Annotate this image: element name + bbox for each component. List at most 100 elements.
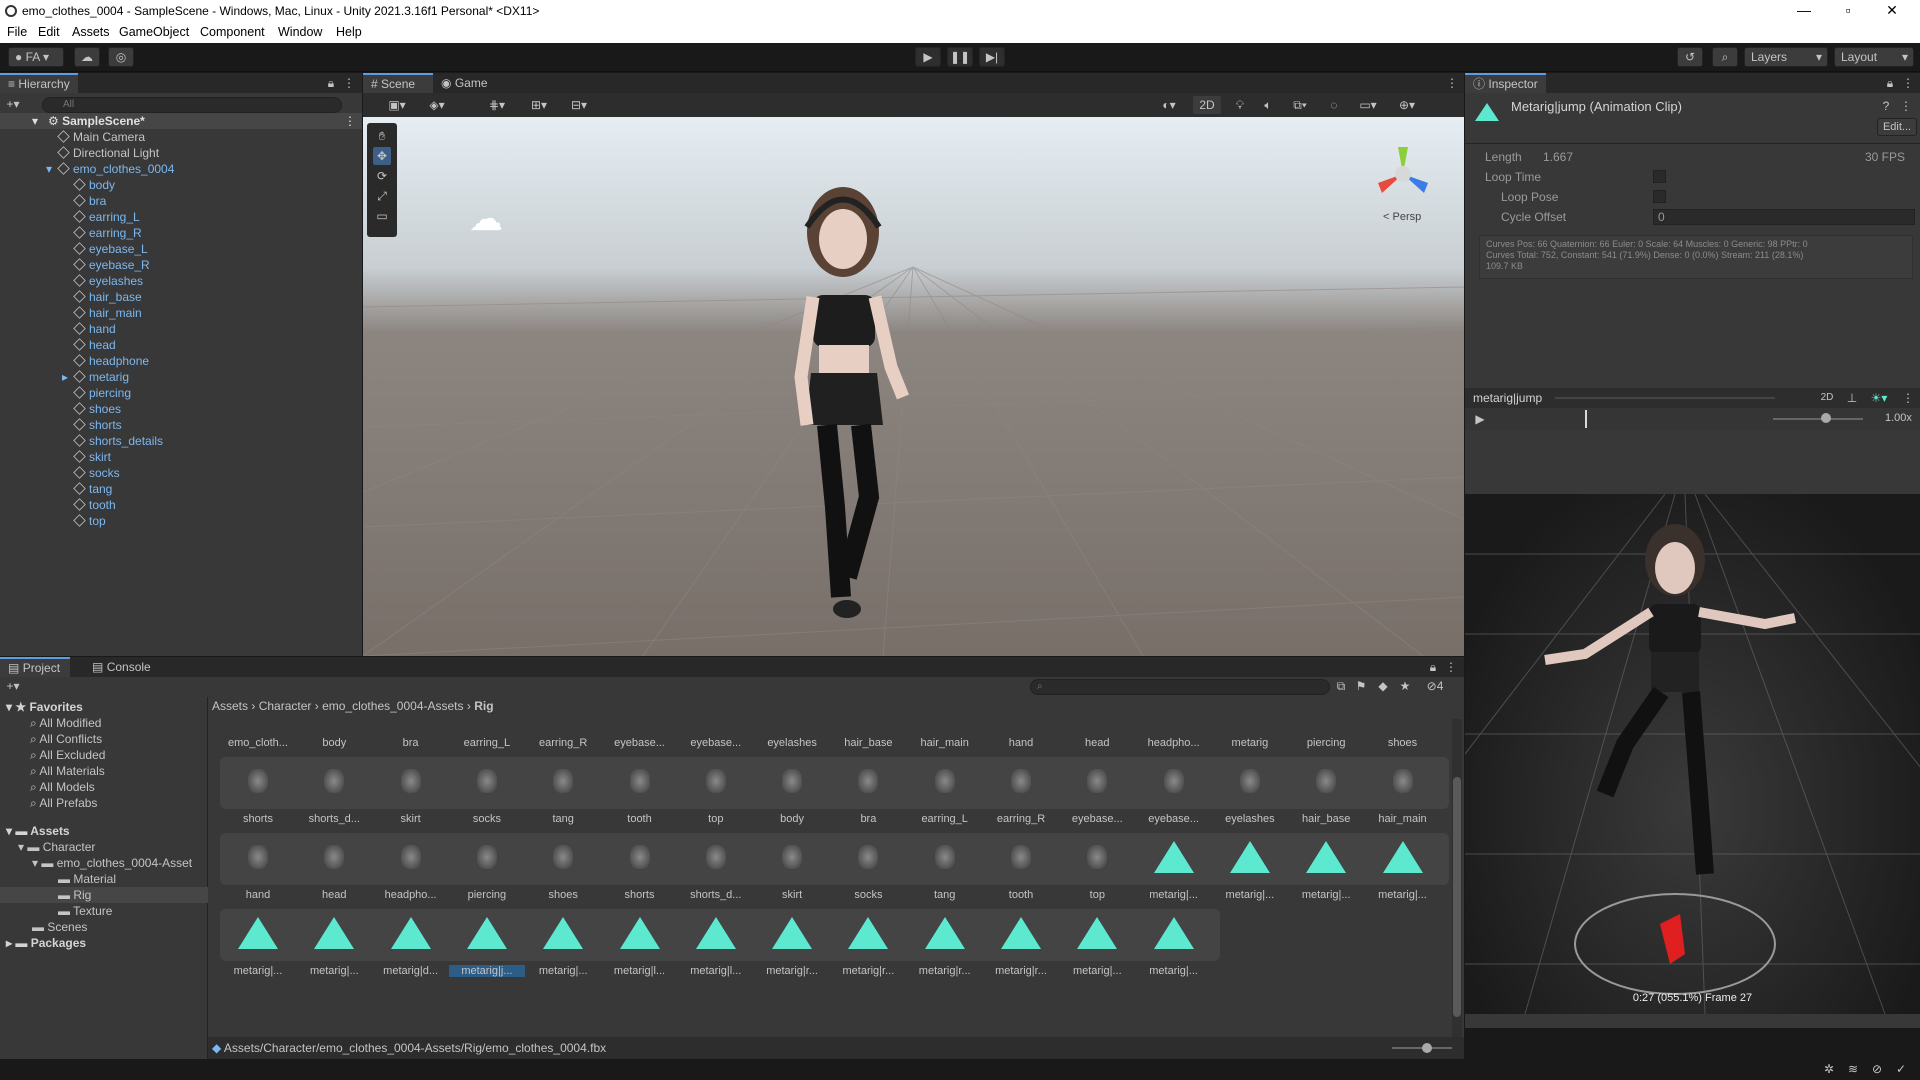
- menu-edit[interactable]: Edit: [38, 25, 60, 39]
- tab-inspector[interactable]: ⓘ Inspector: [1465, 73, 1546, 93]
- hierarchy-item[interactable]: ▸ metarig: [62, 369, 129, 385]
- settings-icon[interactable]: ⋮: [1897, 97, 1915, 115]
- maximize-button[interactable]: ▫: [1826, 0, 1870, 23]
- hierarchy-item[interactable]: shorts: [73, 417, 122, 433]
- asset-item[interactable]: metarig|r...: [830, 891, 906, 985]
- play-button[interactable]: ▶: [915, 47, 941, 67]
- preview-viewport[interactable]: 0:27 (055.1%) Frame 27: [1465, 494, 1920, 1014]
- asset-item[interactable]: metarig|...: [1288, 815, 1364, 909]
- snap-dropdown[interactable]: ⋕▾: [481, 96, 513, 114]
- hierarchy-item[interactable]: body: [73, 177, 115, 193]
- hierarchy-item[interactable]: eyebase_L: [73, 241, 148, 257]
- preview-handle[interactable]: [1555, 397, 1775, 399]
- menu-window[interactable]: Window: [278, 25, 322, 39]
- tree-item-texture[interactable]: ▬ Texture: [58, 903, 112, 919]
- favorite-icon[interactable]: ★: [1396, 677, 1414, 695]
- asset-item[interactable]: metarig|...: [525, 891, 601, 985]
- hierarchy-item[interactable]: socks: [73, 465, 120, 481]
- hierarchy-item[interactable]: skirt: [73, 449, 111, 465]
- scene-row[interactable]: ▾ ⚙ SampleScene* ⋮: [0, 113, 362, 129]
- lock-icon[interactable]: 🔒︎: [322, 74, 340, 92]
- grid-scrollbar[interactable]: [1452, 719, 1462, 1037]
- filter-label-icon[interactable]: ⚑: [1352, 677, 1370, 695]
- move-tool-icon[interactable]: ✥: [373, 147, 391, 165]
- lighting-icon[interactable]: 💡︎: [1231, 96, 1249, 114]
- add-button[interactable]: +▾: [4, 95, 22, 113]
- hierarchy-item[interactable]: hair_main: [73, 305, 142, 321]
- hierarchy-item[interactable]: Directional Light: [57, 145, 159, 161]
- scene-menu-icon[interactable]: ⋮: [344, 113, 356, 129]
- scene-viewport[interactable]: ✋︎ ✥ ⟳ ⤢ ▭ ☁ < Persp: [363, 117, 1464, 656]
- tree-item-character[interactable]: ▾ ▬ Character: [18, 839, 95, 855]
- hierarchy-item[interactable]: Main Camera: [57, 129, 145, 145]
- cache-icon[interactable]: ⊘: [1868, 1060, 1886, 1078]
- filter-type-icon[interactable]: ⧉: [1332, 677, 1350, 695]
- hierarchy-item[interactable]: bra: [73, 193, 106, 209]
- hierarchy-item[interactable]: shorts_details: [73, 433, 163, 449]
- hierarchy-item[interactable]: earring_L: [73, 209, 140, 225]
- cycle-offset-field[interactable]: 0: [1653, 209, 1915, 225]
- hierarchy-item[interactable]: eyebase_R: [73, 257, 150, 273]
- layout-dropdown[interactable]: Layout ▾: [1834, 47, 1914, 67]
- favorite-item[interactable]: ⌕ All Conflicts: [30, 731, 102, 747]
- project-search-input[interactable]: ⌕: [1030, 679, 1330, 695]
- visibility-icon[interactable]: ◌: [1325, 96, 1343, 114]
- help-icon[interactable]: ?: [1877, 97, 1895, 115]
- asset-item[interactable]: metarig|l...: [678, 891, 754, 985]
- shading-dropdown[interactable]: ◐▾: [1153, 96, 1185, 114]
- effects-dropdown[interactable]: ⧉▾: [1285, 96, 1315, 114]
- gizmos-dropdown[interactable]: ⊕▾: [1391, 96, 1423, 114]
- camera-dropdown[interactable]: ▭▾: [1353, 96, 1383, 114]
- more-icon[interactable]: ⋮: [1442, 658, 1460, 676]
- lock-icon[interactable]: 🔒︎: [1424, 658, 1442, 676]
- hierarchy-item[interactable]: headphone: [73, 353, 149, 369]
- create-button[interactable]: +▾: [4, 677, 22, 695]
- lock-icon[interactable]: 🔒︎: [1881, 74, 1899, 92]
- progress-icon[interactable]: ≋: [1844, 1060, 1862, 1078]
- history-button[interactable]: ↺: [1677, 47, 1703, 67]
- preview-timeline[interactable]: [1495, 410, 1745, 428]
- increment-dropdown[interactable]: ⊟▾: [563, 96, 595, 114]
- hierarchy-item[interactable]: tang: [73, 481, 112, 497]
- hierarchy-item[interactable]: hand: [73, 321, 116, 337]
- hierarchy-item[interactable]: eyelashes: [73, 273, 143, 289]
- breadcrumb-item[interactable]: Character: [259, 699, 312, 713]
- asset-item[interactable]: metarig|...: [1136, 891, 1212, 985]
- more-icon[interactable]: ⋮: [1443, 74, 1461, 92]
- asset-item[interactable]: metarig|...: [1365, 815, 1441, 909]
- close-button[interactable]: ✕: [1870, 0, 1914, 23]
- filter-tag-icon[interactable]: ◆: [1374, 677, 1392, 695]
- collab-button[interactable]: ◎: [108, 47, 134, 67]
- breadcrumb-item[interactable]: emo_clothes_0004-Assets: [322, 699, 463, 713]
- favorite-item[interactable]: ⌕ All Materials: [30, 763, 105, 779]
- asset-item[interactable]: metarig|r...: [983, 891, 1059, 985]
- hierarchy-item[interactable]: hair_base: [73, 289, 142, 305]
- orientation-gizmo[interactable]: [1368, 139, 1438, 209]
- step-button[interactable]: ▶|: [979, 47, 1005, 67]
- grid-dropdown[interactable]: ⊞▾: [523, 96, 555, 114]
- speed-slider[interactable]: [1773, 418, 1863, 420]
- hierarchy-search-input[interactable]: All: [42, 97, 342, 113]
- breadcrumb-item[interactable]: Assets: [212, 699, 248, 713]
- minimize-button[interactable]: —: [1782, 0, 1826, 23]
- pause-button[interactable]: ❚❚: [947, 47, 973, 67]
- asset-item[interactable]: metarig|r...: [754, 891, 830, 985]
- toggle-2d-button[interactable]: 2D: [1193, 96, 1221, 114]
- more-icon[interactable]: ⋮: [1899, 74, 1917, 92]
- tree-item-rig[interactable]: ▬ Rig: [0, 887, 208, 903]
- packages-header[interactable]: ▸ ▬ Packages: [6, 935, 86, 951]
- hierarchy-item[interactable]: tooth: [73, 497, 116, 513]
- asset-item[interactable]: metarig|r...: [907, 891, 983, 985]
- menu-file[interactable]: File: [7, 25, 27, 39]
- speed-slider-thumb[interactable]: [1821, 413, 1831, 423]
- tree-item-emo-assets[interactable]: ▾ ▬ emo_clothes_0004-Asset: [32, 855, 192, 871]
- tab-hierarchy[interactable]: ≡ Hierarchy: [0, 73, 78, 93]
- hierarchy-item[interactable]: earring_R: [73, 225, 142, 241]
- icon-size-thumb[interactable]: [1422, 1043, 1432, 1053]
- avatar-dropdown[interactable]: ☀▾: [1865, 389, 1893, 407]
- hierarchy-item[interactable]: top: [73, 513, 106, 529]
- menu-help[interactable]: Help: [336, 25, 362, 39]
- favorite-item[interactable]: ⌕ All Modified: [30, 715, 101, 731]
- favorite-item[interactable]: ⌕ All Excluded: [30, 747, 105, 763]
- tree-item-material[interactable]: ▬ Material: [58, 871, 116, 887]
